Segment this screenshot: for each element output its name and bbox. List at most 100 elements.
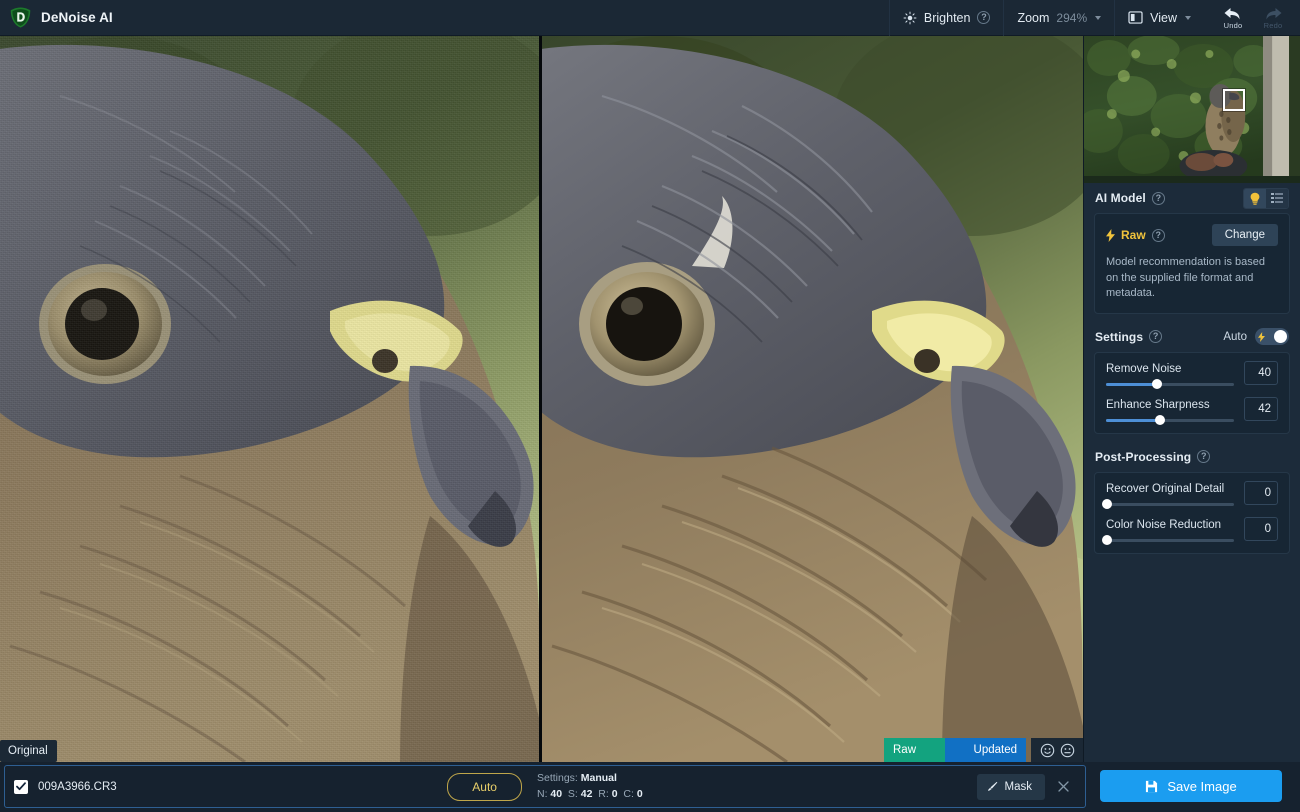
ai-model-view-toggle: [1243, 187, 1289, 209]
zoom-control[interactable]: Zoom 294%: [1003, 0, 1114, 36]
slider-handle[interactable]: [1102, 535, 1113, 546]
denoise-ai-window: DeNoise AI Brighten ? Zoom 294% View Und…: [0, 0, 1300, 812]
split-view-icon: [1128, 11, 1143, 24]
list-mode-button[interactable]: [1266, 188, 1288, 208]
post-processing-section-header: Post-Processing ?: [1084, 442, 1300, 472]
slider-track[interactable]: [1102, 499, 1234, 510]
settings-r-value: 0: [611, 787, 618, 800]
filmstrip-bar: 009A3966.CR3 Auto Settings: Manual N: 40…: [4, 765, 1086, 808]
post-processing-title: Post-Processing: [1095, 449, 1192, 464]
settings-summary: Settings: Manual N: 40 S: 42 R: 0 C: 0: [537, 771, 643, 801]
settings-s-value: 42: [580, 787, 593, 800]
original-image: [0, 36, 541, 762]
settings-c-value: 0: [636, 787, 643, 800]
save-image-label: Save Image: [1167, 778, 1237, 794]
save-area: Save Image: [1092, 762, 1300, 812]
lightbulb-icon: [1250, 192, 1260, 205]
ai-model-section-header: AI Model ?: [1084, 183, 1300, 213]
slider-enhance-sharpness: Enhance Sharpness 42: [1106, 396, 1278, 426]
mask-label: Mask: [1004, 780, 1032, 793]
ai-model-card: Raw ? Change Model recommendation is bas…: [1094, 213, 1290, 314]
lightning-bolt-icon: [1106, 228, 1115, 242]
model-row: Raw ? Change: [1106, 224, 1278, 246]
file-checkbox[interactable]: [14, 779, 28, 794]
brush-icon: [987, 781, 997, 791]
app-brand: DeNoise AI: [0, 6, 113, 29]
undo-button[interactable]: Undo: [1220, 6, 1246, 30]
lightning-bolt-icon: [1258, 331, 1265, 342]
slider-remove-noise: Remove Noise 40: [1106, 360, 1278, 390]
image-navigator[interactable]: [1084, 36, 1300, 183]
processed-image: [542, 36, 1083, 762]
view-control[interactable]: View: [1114, 0, 1204, 36]
post-processing-help-icon[interactable]: ?: [1197, 450, 1211, 464]
post-processing-card: Recover Original Detail 0 Color Noise Re…: [1094, 471, 1290, 554]
feedback-controls: [1031, 738, 1083, 762]
slider-value[interactable]: 40: [1244, 360, 1278, 385]
bottom-center-controls: Auto Settings: Manual N: 40 S: 42 R: 0 C…: [5, 771, 1085, 801]
file-entry[interactable]: 009A3966.CR3: [5, 779, 117, 794]
settings-help-icon[interactable]: ?: [1149, 330, 1163, 344]
undo-arrow-icon: [1224, 7, 1240, 19]
chevron-down-icon[interactable]: [1185, 15, 1191, 20]
save-image-button[interactable]: Save Image: [1100, 770, 1282, 802]
auto-toggle[interactable]: [1255, 328, 1289, 346]
slider-value[interactable]: 42: [1244, 396, 1278, 421]
brighten-help-icon[interactable]: ?: [977, 11, 991, 24]
slider-fill: [1106, 382, 1158, 386]
close-icon[interactable]: [1051, 775, 1075, 799]
smiley-face-icon[interactable]: [1040, 743, 1055, 758]
slider-handle[interactable]: [1154, 415, 1165, 426]
right-panel: AI Model ? Raw ? Change Model recommenda…: [1083, 36, 1300, 762]
slider-handle[interactable]: [1152, 379, 1163, 390]
model-help-icon[interactable]: ?: [1151, 228, 1165, 242]
slider-recover-original-detail: Recover Original Detail 0: [1102, 480, 1278, 510]
chevron-down-icon[interactable]: [1095, 15, 1102, 20]
ai-model-help-icon[interactable]: ?: [1151, 191, 1165, 205]
redo-label: Redo: [1263, 20, 1283, 30]
compare-divider[interactable]: [539, 36, 542, 762]
compare-updated-label: Updated: [944, 738, 1026, 762]
brighten-label: Brighten: [923, 10, 971, 25]
close-x-glyph: [1057, 781, 1069, 792]
checkmark-icon: [16, 782, 26, 791]
compare-badge: Raw Updated: [884, 738, 1026, 762]
slider-track[interactable]: [1102, 535, 1234, 546]
settings-mode-prefix: Settings:: [536, 772, 581, 785]
slider-handle[interactable]: [1102, 499, 1113, 510]
brighten-control[interactable]: Brighten ?: [888, 0, 1004, 36]
auto-button[interactable]: Auto: [447, 772, 522, 801]
top-toolbar: DeNoise AI Brighten ? Zoom 294% View Und…: [0, 0, 1300, 36]
navigator-thumbnail: [1084, 36, 1300, 183]
viewer-pane-processed[interactable]: Raw Updated: [542, 36, 1083, 762]
redo-button[interactable]: Redo: [1260, 6, 1286, 30]
slider-label: Color Noise Reduction: [1106, 518, 1222, 531]
slider-label: Remove Noise: [1106, 362, 1182, 375]
slider-track[interactable]: [1106, 379, 1234, 390]
viewer-pane-original[interactable]: Original: [0, 36, 541, 762]
undo-redo-group: Undo Redo: [1204, 0, 1300, 36]
lightbulb-mode-button[interactable]: [1244, 188, 1266, 208]
slider-value[interactable]: 0: [1244, 480, 1278, 505]
view-label: View: [1150, 10, 1177, 25]
ai-model-title: AI Model: [1095, 191, 1146, 205]
main-area: Original Raw Updated AI Model ? Raw ? Ch…: [0, 36, 1300, 762]
bottom-right-tools: Mask: [976, 773, 1085, 800]
original-label: Original: [0, 740, 57, 762]
app-title: DeNoise AI: [41, 10, 113, 25]
change-model-button[interactable]: Change: [1211, 224, 1278, 246]
settings-n-value: 40: [550, 787, 563, 800]
slider-value[interactable]: 0: [1244, 516, 1278, 541]
auto-toggle-knob: [1274, 330, 1287, 344]
auto-toggle-area: Auto: [1223, 328, 1289, 346]
neutral-face-icon[interactable]: [1060, 743, 1075, 758]
slider-track[interactable]: [1106, 415, 1234, 426]
compare-raw-label: Raw: [884, 738, 945, 762]
mask-button[interactable]: Mask: [976, 773, 1045, 800]
image-viewer[interactable]: Original Raw Updated: [0, 36, 1083, 762]
slider-fill: [1106, 418, 1160, 422]
redo-arrow-icon: [1266, 7, 1282, 19]
sun-icon: [903, 11, 917, 24]
slider-label: Recover Original Detail: [1106, 482, 1225, 495]
navigator-viewport-rect[interactable]: [1223, 89, 1245, 111]
